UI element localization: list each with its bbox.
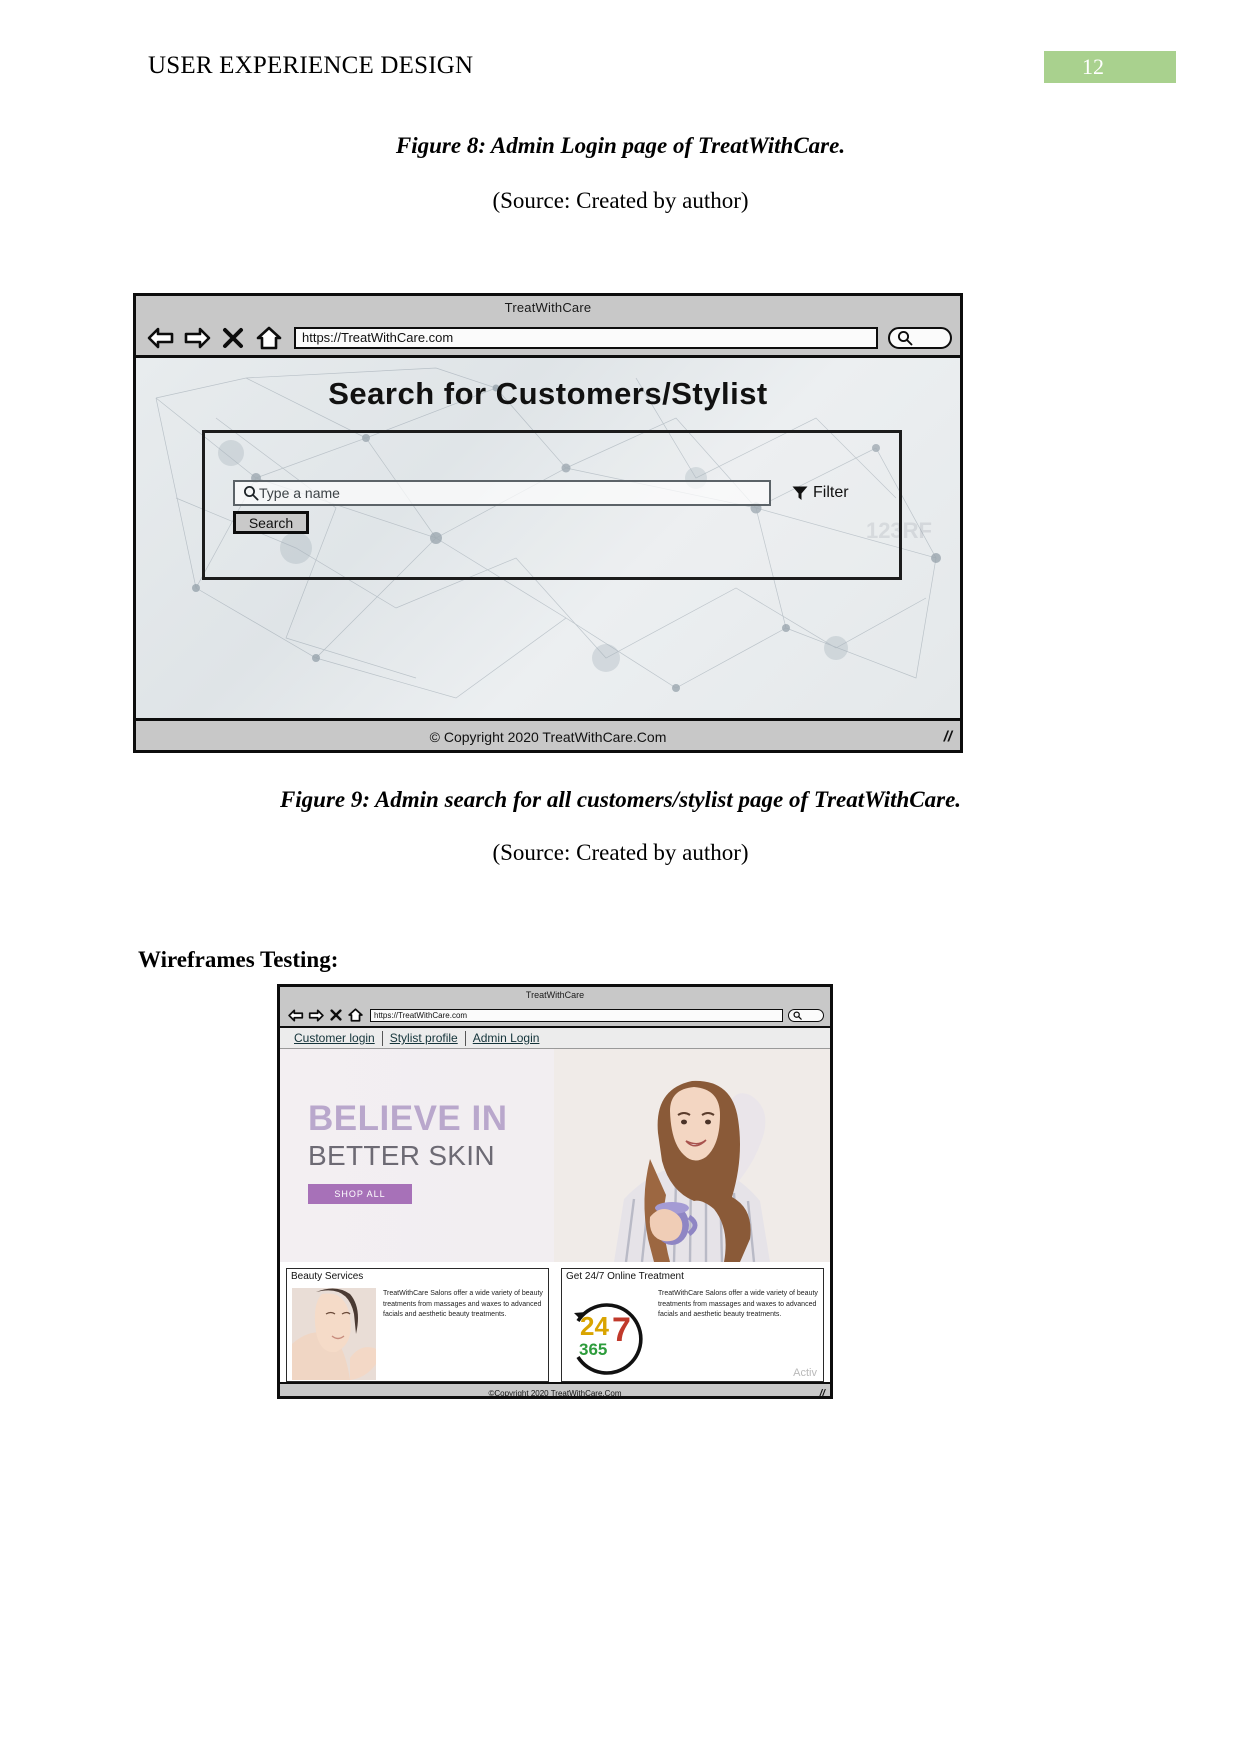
page-footer: ©Copyright 2020 TreatWithCare.Com // <box>280 1382 830 1398</box>
url-text: https://TreatWithCare.com <box>302 330 454 345</box>
browser-toolbar: https://TreatWithCare.com <box>280 1004 830 1028</box>
filter-label: Filter <box>813 484 849 501</box>
woman-skincare-photo <box>292 1288 376 1380</box>
site-navigation: Customer login Stylist profile Admin Log… <box>280 1028 830 1049</box>
browser-window-title: TreatWithCare <box>136 296 960 320</box>
url-input[interactable]: https://TreatWithCare.com <box>370 1008 783 1022</box>
card-online-treatment: Get 24/7 Online Treatment 24 7 365 Treat… <box>561 1268 824 1382</box>
page-content-area: 123RF Search for Customers/Stylist Type … <box>136 358 960 718</box>
browser-toolbar: https://TreatWithCare.com <box>136 320 960 358</box>
home-icon[interactable] <box>347 1008 364 1023</box>
forward-arrow-icon[interactable] <box>182 325 212 351</box>
figure-9-source: (Source: Created by author) <box>492 840 749 865</box>
card-body-text: TreatWithCare Salons offer a wide variet… <box>658 1290 818 1318</box>
page-number-badge: 12 <box>1044 51 1176 83</box>
forward-arrow-icon[interactable] <box>307 1008 324 1023</box>
home-icon[interactable] <box>254 325 284 351</box>
search-panel: Type a name Filter Search <box>202 430 902 580</box>
url-input[interactable]: https://TreatWithCare.com <box>294 326 878 349</box>
info-cards-row: Beauty Services TreatWithCare Salons off… <box>280 1262 830 1382</box>
nav-link-customer-login[interactable]: Customer login <box>287 1031 382 1045</box>
page-number-text: 12 <box>1082 54 1104 79</box>
wireframe-admin-search: TreatWithCare https://TreatWithCare.com <box>133 293 963 753</box>
search-icon <box>897 330 913 345</box>
clock-24-7-365-graphic: 24 7 365 <box>566 1285 656 1381</box>
hero-headline-line2: BETTER SKIN <box>308 1140 495 1171</box>
card-beauty-services: Beauty Services TreatWithCare Salons off… <box>286 1268 549 1382</box>
hero-banner: BELIEVE IN BETTER SKIN SHOP ALL <box>280 1049 830 1262</box>
browser-search-button[interactable] <box>888 326 952 349</box>
hero-model-photo <box>554 1049 830 1262</box>
nav-link-stylist-profile[interactable]: Stylist profile <box>383 1031 465 1045</box>
nav-link-admin-login[interactable]: Admin Login <box>466 1031 547 1045</box>
copyright-text: © Copyright 2020 TreatWithCare.Com <box>429 728 667 745</box>
shop-all-button[interactable]: SHOP ALL <box>308 1184 412 1204</box>
figure-9-caption: Figure 9: Admin search for all customers… <box>279 787 962 812</box>
card-body-text: TreatWithCare Salons offer a wide variet… <box>383 1290 543 1318</box>
back-arrow-icon[interactable] <box>146 325 176 351</box>
funnel-icon <box>792 486 808 500</box>
hero-text-block: BELIEVE IN BETTER SKIN SHOP ALL <box>308 1101 568 1204</box>
card-title: Get 24/7 Online Treatment <box>566 1271 684 1282</box>
search-button[interactable]: Search <box>233 511 309 534</box>
figure-8-caption: Figure 8: Admin Login page of TreatWithC… <box>395 133 846 158</box>
magnifier-icon <box>244 486 259 501</box>
close-x-icon[interactable] <box>218 325 248 351</box>
activate-windows-watermark: Activ <box>793 1367 817 1379</box>
search-input-placeholder: Type a name <box>259 485 340 501</box>
hero-headline-line1: BELIEVE IN <box>308 1099 508 1138</box>
page-footer: © Copyright 2020 TreatWithCare.Com // <box>136 718 960 750</box>
svg-text:24: 24 <box>580 1311 609 1341</box>
search-icon <box>793 1010 802 1020</box>
wireframe-home-testing: TreatWithCare https://TreatWithCare.com … <box>277 984 833 1399</box>
browser-search-button[interactable] <box>788 1008 824 1022</box>
svg-text:7: 7 <box>612 1311 631 1349</box>
close-x-icon[interactable] <box>327 1008 344 1023</box>
back-arrow-icon[interactable] <box>287 1008 304 1023</box>
resize-grip-icon[interactable]: // <box>944 728 952 745</box>
search-row: Type a name Filter <box>233 480 873 506</box>
figure-8-source: (Source: Created by author) <box>492 188 749 213</box>
hero-heading: Search for Customers/Stylist <box>328 376 768 411</box>
browser-window-title: TreatWithCare <box>280 987 830 1004</box>
section-heading-wireframes-testing: Wireframes Testing: <box>138 947 339 972</box>
resize-grip-icon[interactable]: // <box>819 1388 825 1396</box>
search-input[interactable]: Type a name <box>233 480 771 506</box>
page-title: USER EXPERIENCE DESIGN <box>148 52 474 79</box>
document-header: USER EXPERIENCE DESIGN 12 <box>0 0 1241 110</box>
svg-text:365: 365 <box>579 1340 607 1359</box>
copyright-text: ©Copyright 2020 TreatWithCare.Com <box>488 1389 622 1398</box>
filter-control[interactable]: Filter <box>791 484 849 502</box>
url-text: https://TreatWithCare.com <box>374 1010 468 1020</box>
card-title: Beauty Services <box>291 1271 364 1282</box>
